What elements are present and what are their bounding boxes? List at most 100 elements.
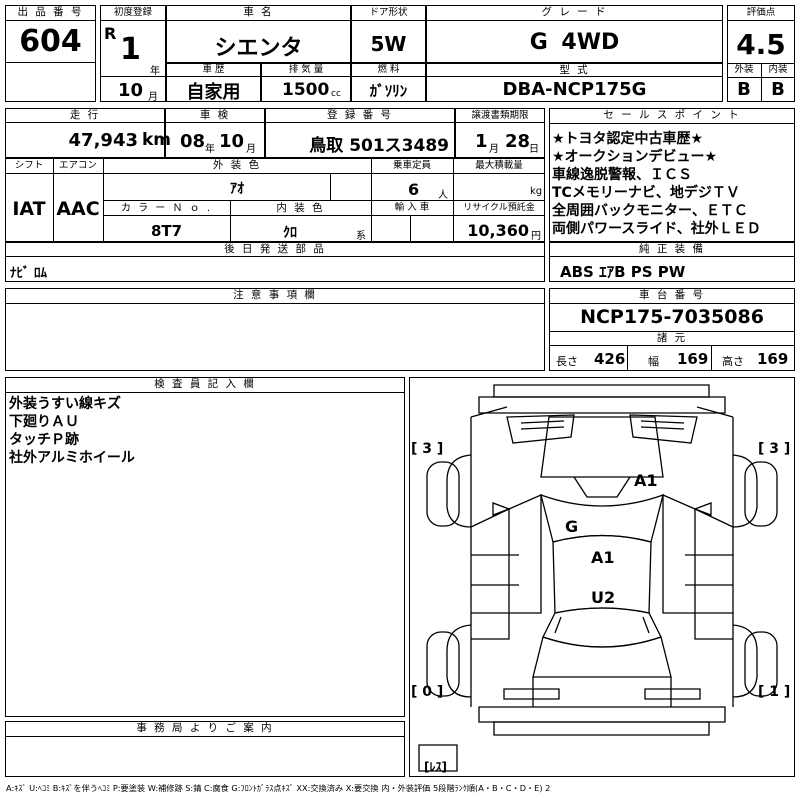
capacity: 6 [408,180,420,199]
year-unit: 年 [150,66,160,77]
ext-color-label: 外 装 色 [212,159,262,171]
plate-label: 登 録 番 号 [326,109,393,121]
sales-point-line: 全周囲バックモニター、ＥＴＣ [552,203,748,219]
exterior-label: 外装 [734,64,754,75]
inspector-line: 下廻りＡＵ [9,414,79,430]
sales-point-line: 車線逸脱警報、ＩＣＳ [552,167,692,183]
model: DBA-NCP175G [502,79,647,100]
displacement-unit: cc [331,89,341,99]
inspection-label: 車 検 [199,109,231,121]
inspector-notes: 外装うすい線キズ 下廻りＡＵ タッチＰ跡 社外アルミホイール [9,395,135,467]
score-label: 評価点 [746,7,776,18]
first-registration-label: 初度登録 [113,7,152,18]
inspection-year-unit: 年 [205,144,215,155]
genuine-equipment-value: ABS ｴｱB PS PW [560,263,686,281]
capacity-label: 乗車定員 [392,160,431,171]
recycle-deposit: 10,360 [467,221,529,240]
history: 自家用 [186,82,241,103]
door-label: ドア形状 [369,7,408,18]
transfer-month-unit: 月 [489,144,499,155]
exterior-grade: B [737,79,751,100]
sales-points-list: ★トヨタ認定中古車歴★ ★オークションデビュー★ 車線逸脱警報、ＩＣＳ TCメモ… [552,130,794,238]
inspection-month-unit: 月 [246,144,256,155]
car-name-label: 車 名 [243,6,274,18]
import-label: 輸 入 車 [394,202,430,213]
ac: AAC [56,198,100,220]
tire-rear-left-score: [ 0 ] [411,684,444,700]
sales-point-line: ★オークションデビュー★ [552,149,718,165]
score: 4.5 [736,28,786,61]
interior-label: 内装 [768,64,788,75]
max-load-unit: kg [530,186,543,197]
recycle-label: リサイクル預託金 [463,203,535,213]
transfer-day: 28 [505,131,531,152]
car-outline-icon [418,384,778,772]
grade-label: グ レ ー ド [541,6,608,18]
spare-tire-label: [ﾚｽ] [424,760,447,774]
office-label: 事 務 局 よ り ご 案 内 [136,722,274,734]
displacement-label: 排 気 量 [288,64,324,75]
inspector-label: 検 査 員 記 入 欄 [154,378,256,390]
transfer-month: 1 [475,131,488,152]
first-registration-era: R [104,24,117,43]
ext-color: ｱｵ [230,181,244,197]
inspector-line: 外装うすい線キズ [9,396,121,412]
damage-mark-roof: A1 [634,471,658,490]
tire-front-right-score: [ 3 ] [758,441,791,457]
lot-number: 604 [19,24,82,59]
transfer-label: 譲渡書類期限 [471,110,529,121]
sales-point-line: TCメモリーナビ、地デジＴＶ [552,185,740,201]
first-registration-month: 10 [118,80,144,101]
inspection-month: 10 [219,131,245,152]
notes-label: 注 意 事 項 欄 [233,289,317,301]
chassis-label: 車 台 番 号 [638,289,705,301]
length: 426 [594,350,626,368]
int-color-label: 内 装 色 [276,202,325,214]
shift: IAT [12,198,46,220]
transfer-day-unit: 日 [529,144,539,155]
inspector-line: タッチＰ跡 [9,432,79,448]
chassis-number: NCP175-7035086 [580,306,764,328]
month-unit: 月 [148,92,158,103]
first-registration-year: 1 [120,32,141,67]
int-color: ｸﾛ [283,225,297,241]
lot-number-label: 出 品 番 号 [17,6,84,18]
shift-label: シフト [14,160,44,171]
damage-mark-under: U2 [591,588,616,607]
damage-mark-glass: G [565,517,579,536]
later-parts-value: ﾅﾋﾞ ﾛﾑ [10,266,48,281]
later-parts-label: 後 日 発 送 部 品 [224,243,326,255]
tire-rear-right-score: [ 1 ] [758,684,791,700]
damage-mark-hood: A1 [591,548,615,567]
fuel: ｶﾞｿﾘﾝ [369,82,408,100]
car-name: シエンタ [214,36,303,61]
legend: A:ｷｽﾞ U:ﾍｺﾐ B:ｷｽﾞを伴うﾍｺﾐ P:要塗装 W:補修跡 S:錆 … [6,783,551,793]
history-label: 車 歴 [202,64,225,75]
dimensions-label: 諸 元 [656,332,688,344]
sales-points-label: セ ー ル ス ポ イ ン ト [603,109,741,121]
height-label: 高さ [722,355,744,368]
mileage-label: 走 行 [69,109,101,121]
fuel-label: 燃 料 [377,64,400,75]
width-label: 幅 [648,355,659,368]
width: 169 [677,350,709,368]
grade: G 4WD [529,30,620,55]
int-color-unit: 系 [356,231,366,242]
inspector-line: 社外アルミホイール [9,450,135,466]
color-no-label: カ ラ ー Ｎ ｏ . [120,203,213,214]
tire-front-left-score: [ 3 ] [411,441,444,457]
recycle-unit: 円 [531,231,541,242]
mileage: 47,943 [68,130,138,151]
interior-grade: B [771,79,785,100]
sales-point-line: 両側パワースライド、社外ＬＥＤ [552,221,761,237]
length-label: 長さ [556,355,578,368]
capacity-unit: 人 [438,190,448,201]
ac-label: エアコン [58,160,97,171]
height: 169 [757,350,789,368]
plate-number: 鳥取 501ス3489 [309,136,449,156]
inspection-year: 08 [180,131,206,152]
max-load-label: 最大積載量 [475,160,523,171]
sales-point-line: ★トヨタ認定中古車歴★ [552,131,704,147]
genuine-equipment-label: 純 正 装 備 [638,243,705,255]
displacement: 1500 [282,80,330,100]
